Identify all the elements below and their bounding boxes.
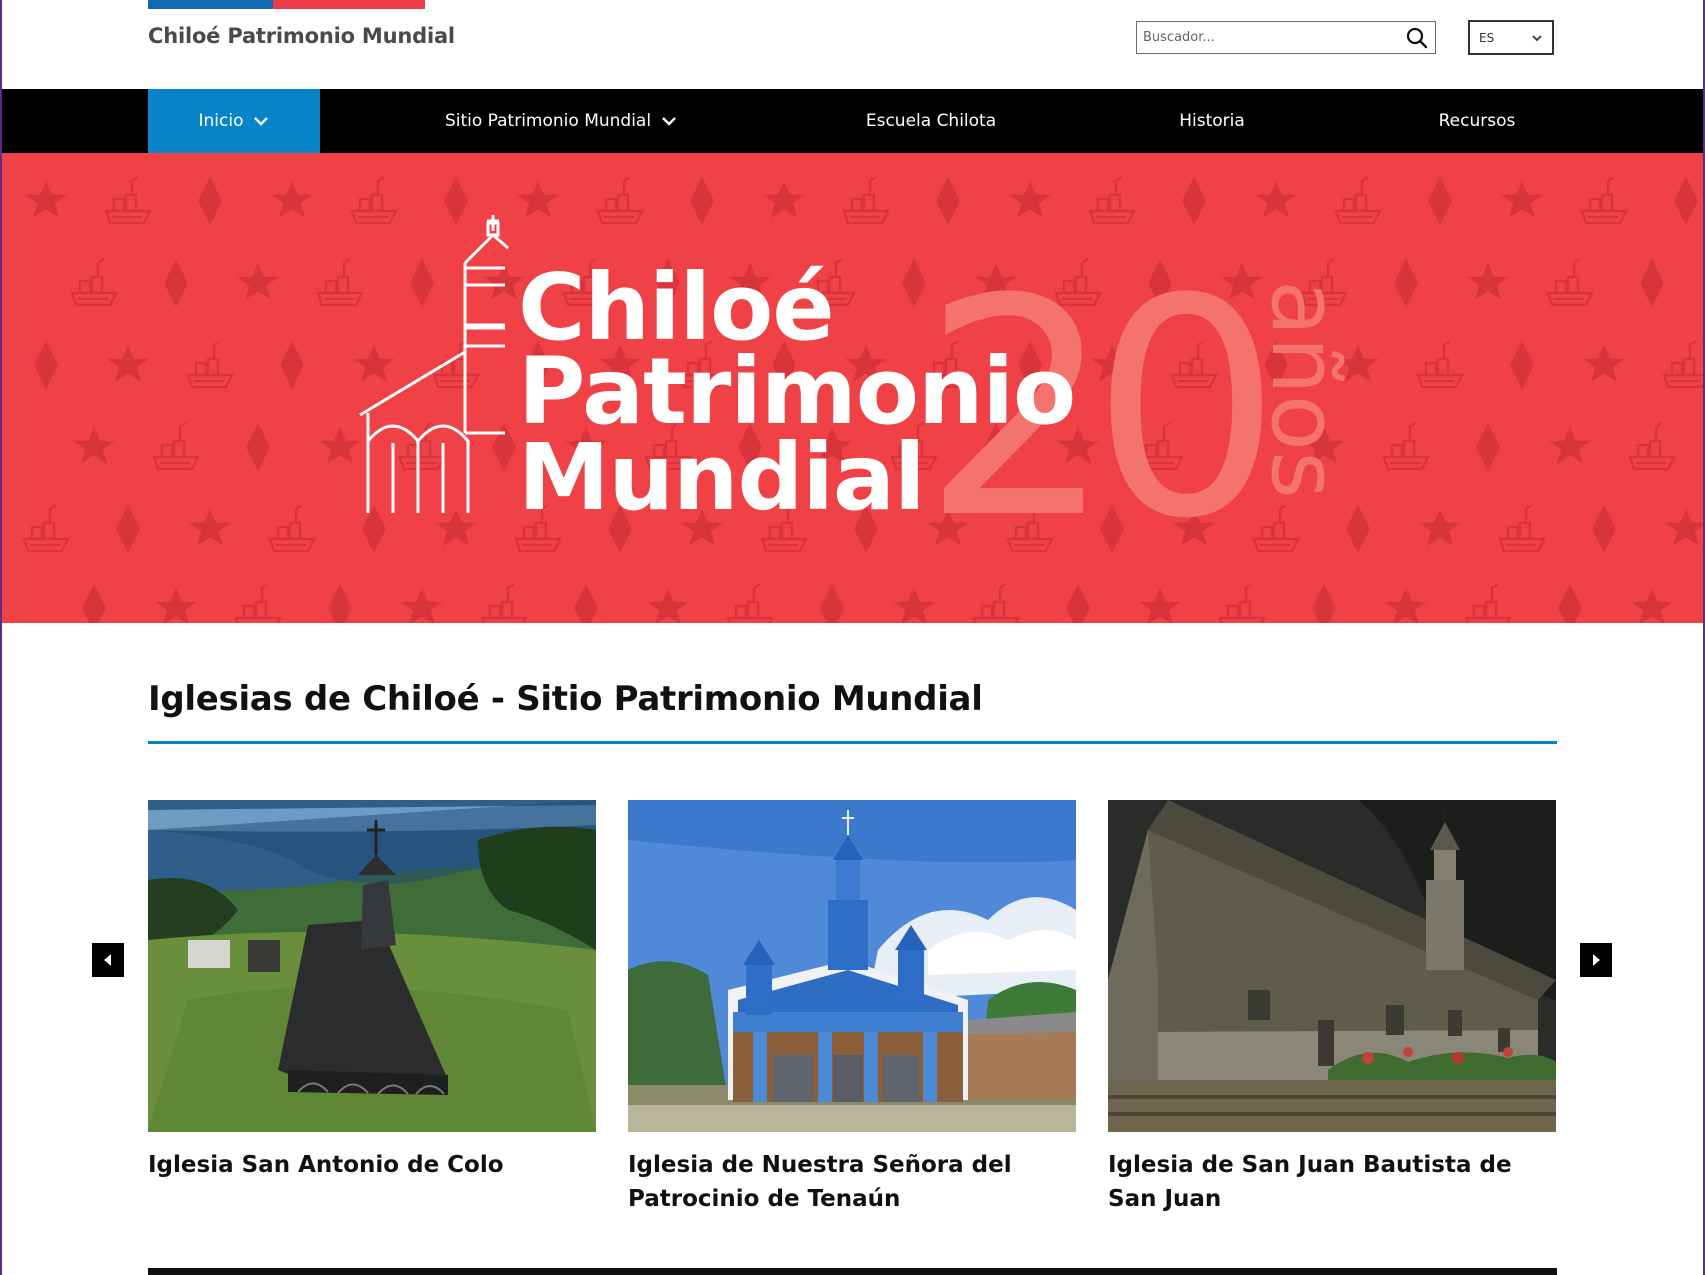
search-form [1136, 21, 1436, 54]
carousel-prev-button[interactable] [92, 943, 124, 977]
site-title-link[interactable]: Chiloé Patrimonio Mundial [148, 24, 455, 48]
card-title[interactable]: Iglesia de San Juan Bautista de San Juan [1108, 1148, 1556, 1216]
language-value: ES [1479, 31, 1495, 45]
carousel-next-button[interactable] [1580, 943, 1612, 977]
nav-item-label: Recursos [1438, 111, 1516, 131]
chevron-left-icon [104, 954, 111, 966]
nav-item-label: Inicio [198, 111, 244, 131]
main-nav: Inicio Sitio Patrimonio Mundial Escuela … [0, 89, 1705, 153]
church-icon [359, 215, 509, 513]
gov-bar-red [273, 0, 425, 9]
search-button[interactable] [1405, 26, 1429, 50]
chevron-down-icon [662, 117, 676, 126]
section-divider [148, 741, 1557, 744]
chevron-right-icon [1593, 954, 1600, 966]
nav-item-label: Sitio Patrimonio Mundial [444, 111, 652, 131]
blue-church-photo[interactable] [628, 800, 1076, 1132]
card-title[interactable]: Iglesia San Antonio de Colo [148, 1148, 596, 1182]
nav-item-historia[interactable]: Historia [1160, 89, 1264, 153]
church-card[interactable]: Iglesia de San Juan Bautista de San Juan [1108, 800, 1556, 1216]
wooden-church-photo[interactable] [1108, 800, 1556, 1132]
nav-item-sitio-patrimonio[interactable]: Sitio Patrimonio Mundial [430, 89, 692, 153]
site-header: Chiloé Patrimonio Mundial ES [0, 0, 1705, 89]
banner-line3: Mundial [518, 424, 925, 531]
chevron-down-icon [254, 117, 269, 126]
churches-carousel: Iglesia San Antonio de Colo Iglesia de N… [0, 800, 1705, 1220]
hero-banner[interactable]: 20 años Chiloé Patrimonio Mundial [0, 153, 1705, 623]
search-icon [1406, 27, 1428, 49]
chevron-down-icon [1532, 35, 1542, 42]
banner-years: años [1251, 280, 1358, 499]
church-card[interactable]: Iglesia de Nuestra Señora del Patrocinio… [628, 800, 1076, 1216]
nav-item-recursos[interactable]: Recursos [1418, 89, 1536, 153]
church-aerial-photo[interactable] [148, 800, 596, 1132]
nav-item-label: Escuela Chilota [865, 111, 997, 131]
government-color-bar [148, 0, 425, 9]
card-title[interactable]: Iglesia de Nuestra Señora del Patrocinio… [628, 1148, 1076, 1216]
church-card[interactable]: Iglesia San Antonio de Colo [148, 800, 596, 1182]
banner-artwork: 20 años Chiloé Patrimonio Mundial [359, 215, 1358, 584]
nav-item-label: Historia [1179, 111, 1245, 131]
search-input[interactable] [1137, 22, 1397, 53]
nav-item-escuela-chilota[interactable]: Escuela Chilota [840, 89, 1022, 153]
nav-item-inicio[interactable]: Inicio [148, 89, 320, 153]
section-title: Iglesias de Chiloé - Sitio Patrimonio Mu… [148, 679, 983, 719]
gov-bar-blue [148, 0, 273, 9]
footer-divider [148, 1268, 1557, 1275]
language-select[interactable]: ES [1468, 20, 1554, 55]
